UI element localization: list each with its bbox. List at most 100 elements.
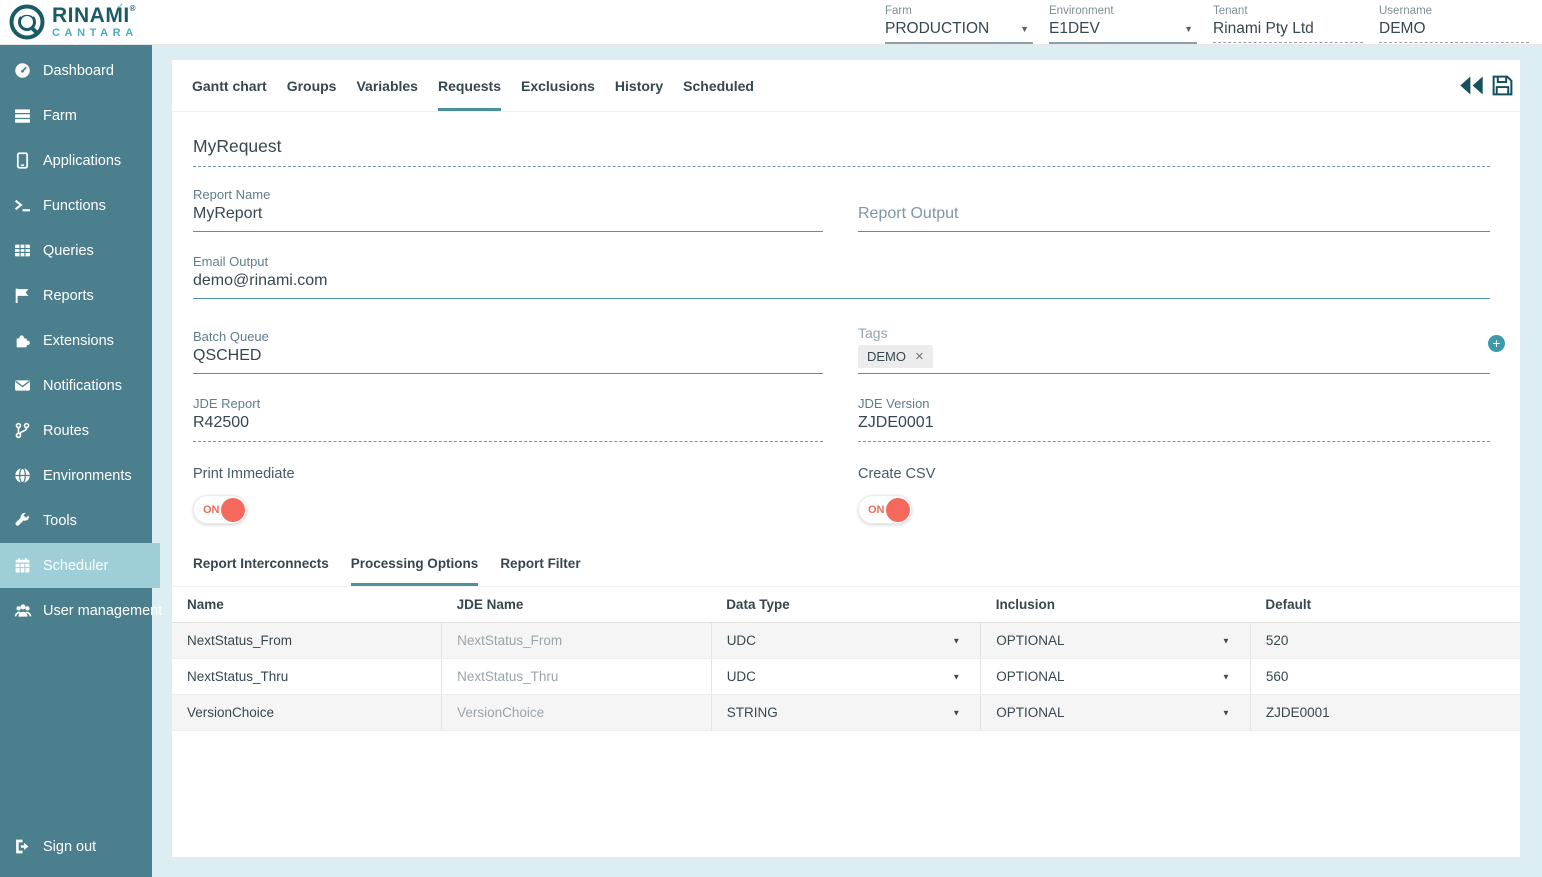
server-icon bbox=[13, 107, 32, 124]
col-data-type: Data Type bbox=[711, 587, 981, 623]
sidebar-spacer bbox=[0, 633, 152, 824]
jde-report-label: JDE Report bbox=[193, 396, 823, 411]
col-default: Default bbox=[1250, 587, 1520, 623]
sidebar-item-scheduler[interactable]: Scheduler bbox=[0, 543, 160, 588]
sidebar-item-routes[interactable]: Routes bbox=[0, 408, 152, 453]
create-csv-toggle[interactable]: ON bbox=[858, 495, 912, 524]
tab-scheduled[interactable]: Scheduled bbox=[683, 60, 754, 111]
save-button[interactable] bbox=[1491, 74, 1514, 97]
report-name-input[interactable]: MyReport bbox=[193, 205, 823, 232]
toggle-knob bbox=[221, 498, 245, 522]
report-name-label: Report Name bbox=[193, 187, 823, 202]
environment-label: Environment bbox=[1049, 5, 1197, 17]
sidebar-item-label: Routes bbox=[43, 423, 89, 439]
sidebar-item-farm[interactable]: Farm bbox=[0, 93, 152, 138]
request-name-input[interactable]: MyRequest bbox=[193, 136, 1490, 167]
report-output-input[interactable]: Report Output bbox=[858, 205, 1490, 232]
tag-chip[interactable]: DEMO × bbox=[858, 345, 933, 368]
tenant-value: Rinami Pty Ltd bbox=[1213, 20, 1363, 43]
inclusion-select[interactable]: OPTIONAL▼ bbox=[981, 695, 1251, 731]
jde-version-field: JDE Version ZJDE0001 bbox=[858, 396, 1490, 442]
subtab-bar: Report Interconnects Processing Options … bbox=[172, 540, 1520, 586]
cell-name: VersionChoice bbox=[172, 695, 442, 731]
sidebar-nav: Dashboard Farm Applications Functions Qu bbox=[0, 45, 152, 877]
sidebar-item-label: Reports bbox=[43, 288, 94, 304]
sidebar-item-reports[interactable]: Reports bbox=[0, 273, 152, 318]
data-type-select[interactable]: UDC▼ bbox=[711, 659, 981, 695]
sidebar-item-label: Applications bbox=[43, 153, 121, 169]
tags-label: Tags bbox=[858, 325, 1490, 341]
sidebar-item-applications[interactable]: Applications bbox=[0, 138, 152, 183]
flag-icon bbox=[13, 287, 32, 304]
chevron-down-icon: ▼ bbox=[952, 708, 960, 717]
batch-queue-input[interactable]: QSCHED bbox=[193, 347, 823, 374]
sidebar-item-user-management[interactable]: User management bbox=[0, 588, 152, 633]
subtab-processing-options[interactable]: Processing Options bbox=[351, 556, 479, 586]
inclusion-select[interactable]: OPTIONAL▼ bbox=[981, 623, 1251, 659]
toggles-row: Print Immediate ON Create CSV ON bbox=[193, 466, 1490, 524]
sign-out-icon bbox=[13, 838, 32, 855]
chevron-down-icon: ▼ bbox=[1222, 636, 1230, 645]
sidebar-item-tools[interactable]: Tools bbox=[0, 498, 152, 543]
inclusion-select[interactable]: OPTIONAL▼ bbox=[981, 659, 1251, 695]
chip-remove-icon[interactable]: × bbox=[915, 351, 924, 362]
cell-jde-name: NextStatus_From bbox=[442, 623, 712, 659]
farm-select[interactable]: PRODUCTION ▼ bbox=[885, 20, 1033, 44]
batch-queue-field: Batch Queue QSCHED bbox=[193, 329, 823, 374]
branch-icon bbox=[13, 422, 32, 439]
environment-select[interactable]: E1DEV ▼ bbox=[1049, 20, 1197, 44]
cell-default: 520 bbox=[1250, 623, 1520, 659]
cell-name: NextStatus_Thru bbox=[172, 659, 442, 695]
chevron-down-icon: ▼ bbox=[952, 636, 960, 645]
brand-mark-icon bbox=[8, 3, 46, 41]
subtab-report-interconnects[interactable]: Report Interconnects bbox=[193, 556, 329, 586]
report-output-field: Report Output bbox=[858, 205, 1490, 232]
print-immediate-label: Print Immediate bbox=[193, 466, 823, 482]
subtab-report-filter[interactable]: Report Filter bbox=[500, 556, 580, 586]
add-tag-button[interactable]: + bbox=[1488, 335, 1505, 352]
tablet-icon bbox=[13, 152, 32, 169]
tab-variables[interactable]: Variables bbox=[356, 60, 418, 111]
tags-input[interactable]: DEMO × bbox=[858, 344, 1490, 374]
content-card: Gantt chart Groups Variables Requests Ex… bbox=[172, 60, 1520, 857]
cell-jde-name: NextStatus_Thru bbox=[442, 659, 712, 695]
tag-chip-label: DEMO bbox=[867, 349, 906, 364]
sidebar-item-functions[interactable]: Functions bbox=[0, 183, 152, 228]
puzzle-icon bbox=[13, 332, 32, 349]
jde-report-input[interactable]: R42500 bbox=[193, 414, 823, 442]
print-immediate-group: Print Immediate ON bbox=[193, 466, 823, 524]
sidebar-item-environments[interactable]: Environments bbox=[0, 453, 152, 498]
envelope-icon bbox=[13, 377, 32, 394]
sidebar-item-label: Farm bbox=[43, 108, 77, 124]
sidebar-item-extensions[interactable]: Extensions bbox=[0, 318, 152, 363]
data-type-select[interactable]: UDC▼ bbox=[711, 623, 981, 659]
create-csv-group: Create CSV ON bbox=[858, 466, 1490, 524]
sidebar-item-label: Sign out bbox=[43, 839, 96, 855]
sidebar-item-label: Functions bbox=[43, 198, 106, 214]
jde-row: JDE Report R42500 JDE Version ZJDE0001 bbox=[193, 396, 1490, 442]
tab-history[interactable]: History bbox=[615, 60, 663, 111]
sidebar-item-dashboard[interactable]: Dashboard bbox=[0, 48, 152, 93]
sidebar-item-queries[interactable]: Queries bbox=[0, 228, 152, 273]
rewind-button[interactable] bbox=[1459, 76, 1484, 95]
print-immediate-toggle[interactable]: ON bbox=[193, 495, 247, 524]
sidebar-item-label: Scheduler bbox=[43, 558, 108, 574]
data-type-select[interactable]: STRING▼ bbox=[711, 695, 981, 731]
header-context-fields: Farm PRODUCTION ▼ Environment E1DEV ▼ Te… bbox=[885, 5, 1529, 44]
email-output-input[interactable]: demo@rinami.com bbox=[193, 272, 1490, 299]
gauge-icon bbox=[13, 62, 32, 79]
tags-field: Tags DEMO × + bbox=[858, 325, 1490, 374]
jde-version-input[interactable]: ZJDE0001 bbox=[858, 414, 1490, 442]
terminal-icon bbox=[13, 197, 32, 214]
sidebar-item-notifications[interactable]: Notifications bbox=[0, 363, 152, 408]
tab-exclusions[interactable]: Exclusions bbox=[521, 60, 595, 111]
tab-groups[interactable]: Groups bbox=[287, 60, 337, 111]
sidebar-item-label: Queries bbox=[43, 243, 94, 259]
sidebar-item-sign-out[interactable]: Sign out bbox=[0, 824, 152, 869]
request-name-field: MyRequest bbox=[193, 136, 1490, 167]
cell-default: 560 bbox=[1250, 659, 1520, 695]
tab-gantt-chart[interactable]: Gantt chart bbox=[192, 60, 267, 111]
toggle-state-label: ON bbox=[868, 504, 885, 516]
col-name: Name bbox=[172, 587, 442, 623]
tab-requests[interactable]: Requests bbox=[438, 60, 501, 111]
